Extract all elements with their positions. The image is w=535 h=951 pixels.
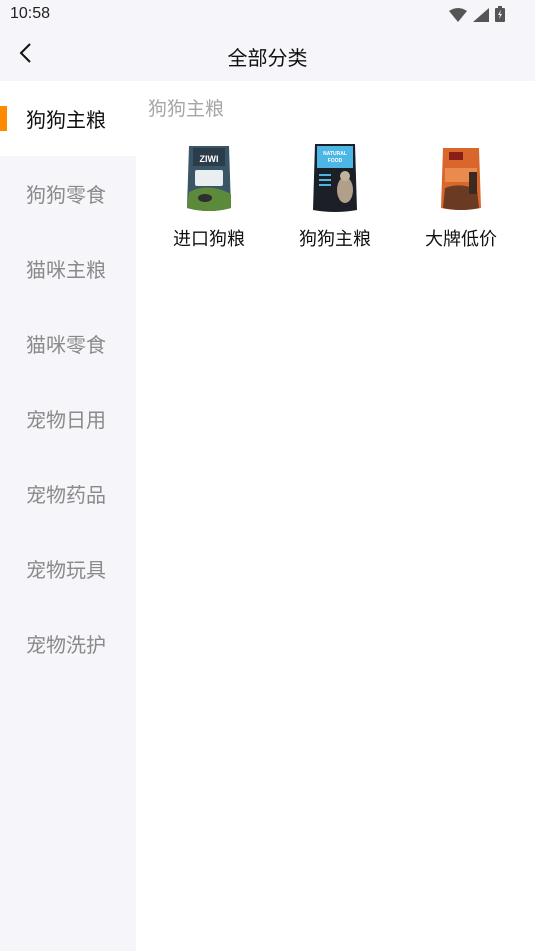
wifi-icon	[449, 7, 467, 26]
active-indicator	[0, 106, 7, 131]
sidebar-item-pet-grooming[interactable]: 宠物洗护	[0, 606, 136, 681]
subcategory-label: 进口狗粮	[173, 229, 245, 250]
sidebar-item-pet-medicine[interactable]: 宠物药品	[0, 456, 136, 531]
sidebar-item-pet-toys[interactable]: 宠物玩具	[0, 531, 136, 606]
battery-icon	[495, 6, 505, 26]
zeal-dog-food-bag-image: ZIWI	[174, 141, 244, 215]
sidebar-item-cat-staple-food[interactable]: 猫咪主粮	[0, 231, 136, 306]
nav-bar: 全部分类	[0, 30, 535, 81]
subcategory-grid: ZIWI 进口狗粮 NATURAL FOOD 狗狗主粮 大牌低价	[136, 141, 535, 251]
signal-icon	[473, 7, 489, 26]
svg-text:FOOD: FOOD	[328, 158, 343, 164]
page-title: 全部分类	[227, 46, 308, 70]
sidebar-item-label: 宠物日用	[26, 408, 106, 432]
status-bar: 10:58	[0, 0, 535, 30]
subcategory-label: 大牌低价	[425, 229, 497, 250]
orijen-cat-food-bag-image	[426, 141, 496, 215]
natural-dog-food-bag-image: NATURAL FOOD	[300, 141, 370, 215]
sidebar-item-pet-daily-supplies[interactable]: 宠物日用	[0, 381, 136, 456]
sidebar-item-label: 猫咪零食	[26, 333, 106, 357]
subcategory-big-brand-low-price[interactable]: 大牌低价	[398, 141, 524, 251]
status-icons	[449, 6, 505, 26]
subcategory-label: 狗狗主粮	[299, 229, 371, 250]
section-title: 狗狗主粮	[148, 98, 225, 120]
status-time: 10:58	[10, 5, 51, 22]
sidebar-item-label: 狗狗主粮	[26, 108, 106, 132]
category-content: 狗狗主粮 ZIWI 进口狗粮 NATURAL FOOD 狗狗主粮 大牌低价	[136, 81, 535, 951]
sidebar-item-dog-snacks[interactable]: 狗狗零食	[0, 156, 136, 231]
sidebar-item-label: 宠物药品	[26, 483, 106, 507]
subcategory-dog-staple-food[interactable]: NATURAL FOOD 狗狗主粮	[272, 141, 398, 251]
sidebar-item-cat-snacks[interactable]: 猫咪零食	[0, 306, 136, 381]
category-sidebar: 狗狗主粮 狗狗零食 猫咪主粮 猫咪零食 宠物日用 宠物药品 宠物玩具 宠物洗护	[0, 81, 136, 951]
sidebar-item-label: 宠物洗护	[26, 633, 106, 657]
sidebar-item-dog-staple-food[interactable]: 狗狗主粮	[0, 81, 136, 156]
subcategory-imported-dog-food[interactable]: ZIWI 进口狗粮	[146, 141, 272, 251]
sidebar-item-label: 猫咪主粮	[26, 258, 106, 282]
sidebar-item-label: 狗狗零食	[26, 183, 106, 207]
svg-text:NATURAL: NATURAL	[323, 151, 347, 157]
svg-text:ZIWI: ZIWI	[200, 154, 219, 164]
sidebar-item-label: 宠物玩具	[26, 558, 106, 582]
